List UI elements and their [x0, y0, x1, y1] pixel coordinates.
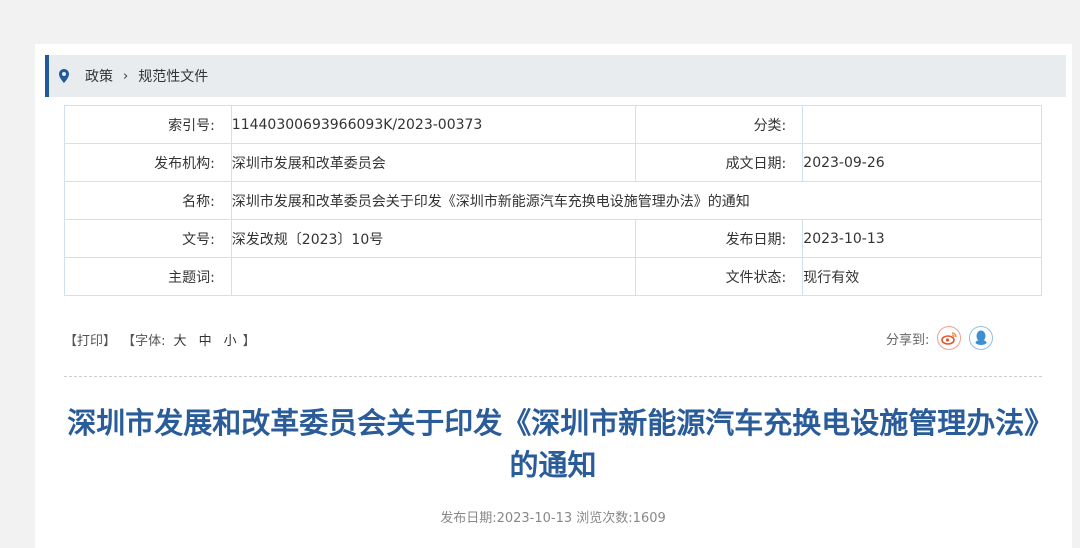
table-row: 主题词: 文件状态: 现行有效	[64, 257, 1042, 296]
chevron-right-icon: ›	[123, 68, 129, 84]
breadcrumb: 政策 › 规范性文件	[45, 55, 1066, 97]
article-toolbar: 【打印】 【字体: 大中小】	[64, 330, 258, 349]
article-publish-date: 发布日期:2023-10-13	[440, 511, 573, 526]
keywords-label: 主题词:	[64, 257, 232, 296]
table-row: 文号: 深发改规〔2023〕10号 发布日期: 2023-10-13	[64, 219, 1042, 258]
created-date-label: 成文日期:	[635, 143, 804, 182]
font-medium-button[interactable]: 中	[199, 334, 212, 349]
share-bar: 分享到:	[886, 326, 994, 350]
index-label: 索引号:	[64, 105, 232, 144]
font-size-prefix: 【字体:	[122, 334, 166, 349]
content-divider	[64, 376, 1042, 377]
location-pin-icon	[59, 67, 73, 85]
share-label: 分享到:	[886, 332, 930, 348]
publish-date-value: 2023-10-13	[802, 219, 1042, 258]
publisher-value: 深圳市发展和改革委员会	[230, 143, 637, 182]
article-view-count: 浏览次数:1609	[576, 511, 666, 526]
name-value: 深圳市发展和改革委员会关于印发《深圳市新能源汽车充换电设施管理办法》的通知	[230, 181, 1043, 220]
table-row: 发布机构: 深圳市发展和改革委员会 成文日期: 2023-09-26	[64, 143, 1042, 182]
index-value: 11440300693966093K/2023-00373	[230, 105, 637, 144]
table-row: 索引号: 11440300693966093K/2023-00373 分类:	[64, 105, 1042, 144]
status-label: 文件状态:	[635, 257, 804, 296]
publisher-label: 发布机构:	[64, 143, 232, 182]
font-large-button[interactable]: 大	[174, 334, 187, 349]
status-value: 现行有效	[802, 257, 1042, 296]
table-row: 名称: 深圳市发展和改革委员会关于印发《深圳市新能源汽车充换电设施管理办法》的通…	[64, 181, 1043, 220]
document-info-table: 索引号: 11440300693966093K/2023-00373 分类: 发…	[64, 105, 1043, 296]
doc-number-label: 文号:	[64, 219, 232, 258]
category-label: 分类:	[635, 105, 804, 144]
breadcrumb-item-normative-docs[interactable]: 规范性文件	[138, 66, 208, 86]
publish-date-label: 发布日期:	[635, 219, 804, 258]
page-container: 政策 › 规范性文件 索引号: 11440300693966093K/2023-…	[35, 44, 1072, 548]
font-small-button[interactable]: 小	[224, 334, 237, 349]
qq-icon[interactable]	[969, 326, 994, 350]
name-label: 名称:	[64, 181, 232, 220]
keywords-value	[230, 257, 637, 296]
category-value	[802, 105, 1042, 144]
weibo-icon[interactable]	[937, 326, 962, 350]
doc-number-value: 深发改规〔2023〕10号	[230, 219, 637, 258]
article-title: 深圳市发展和改革委员会关于印发《深圳市新能源汽车充换电设施管理办法》的通知	[67, 406, 1039, 482]
article-meta: 发布日期:2023-10-13 浏览次数:1609	[64, 507, 1042, 526]
created-date-value: 2023-09-26	[802, 143, 1042, 182]
breadcrumb-item-policy[interactable]: 政策	[85, 66, 113, 86]
font-size-suffix: 】	[242, 334, 256, 349]
print-button[interactable]: 【打印】	[64, 334, 116, 349]
